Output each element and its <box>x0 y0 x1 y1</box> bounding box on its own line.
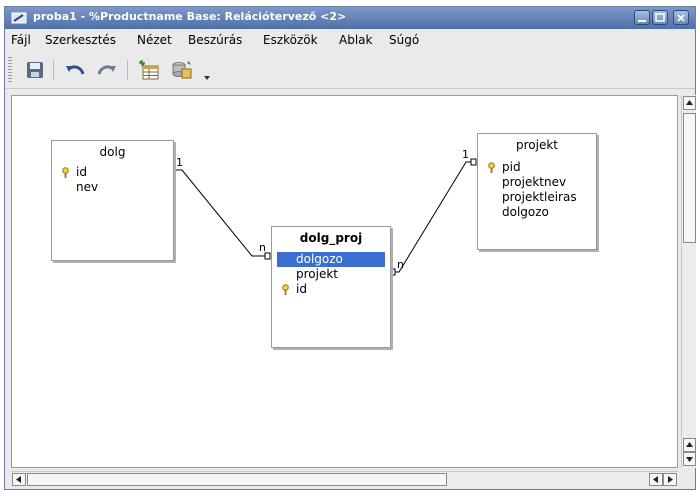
primary-key-icon <box>282 284 289 295</box>
scroll-left-button-right[interactable] <box>649 473 663 486</box>
table-window-dolg[interactable]: dolg id nev <box>51 140 174 261</box>
field-row[interactable]: pid <box>483 160 591 175</box>
menu-window[interactable]: Ablak <box>339 33 372 47</box>
new-relation-icon <box>172 61 192 79</box>
horizontal-scroll-thumb[interactable] <box>27 473 447 486</box>
relation-line-projekt-dolgproj <box>390 161 474 273</box>
toolbar-grip[interactable] <box>8 57 12 83</box>
relation-cardinality-label: n <box>397 258 404 271</box>
relation-cardinality-label: 1 <box>462 148 469 161</box>
arrow-left-icon <box>16 476 21 483</box>
horizontal-scrollbar[interactable] <box>11 471 678 486</box>
toolbar <box>5 52 695 89</box>
field-row[interactable]: nev <box>57 180 168 195</box>
redo-icon <box>97 65 116 75</box>
scroll-down-button[interactable] <box>683 452 696 466</box>
title-bar[interactable]: proba1 - %Productname Base: Relációterve… <box>5 7 695 29</box>
redo-button[interactable] <box>95 58 119 82</box>
field-name: projektnev <box>502 175 567 189</box>
menu-edit[interactable]: Szerkesztés <box>45 33 116 47</box>
table-title: dolg <box>99 145 126 159</box>
add-table-button[interactable] <box>137 58 161 82</box>
add-table-icon <box>139 60 159 80</box>
menu-insert[interactable]: Beszúrás <box>188 33 242 47</box>
close-icon <box>677 14 685 22</box>
minimize-button[interactable] <box>634 10 650 25</box>
maximize-icon <box>655 13 665 22</box>
scroll-thumb[interactable] <box>683 113 696 243</box>
table-title: projekt <box>516 138 558 152</box>
save-button[interactable] <box>23 58 47 82</box>
field-row[interactable]: projekt <box>277 267 385 282</box>
undo-button[interactable] <box>63 58 87 82</box>
field-row[interactable]: projektnev <box>483 175 591 190</box>
relation-cardinality-label: 1 <box>176 156 183 169</box>
scroll-up-button-bottom[interactable] <box>683 438 696 452</box>
menu-bar: Fájl Szerkesztés Nézet Beszúrás Eszközök… <box>5 30 695 50</box>
field-name: pid <box>502 160 521 174</box>
menu-tools[interactable]: Eszközök <box>263 33 318 47</box>
arrow-down-icon <box>686 457 693 462</box>
maximize-button[interactable] <box>652 10 668 25</box>
arrow-up-icon <box>686 442 693 447</box>
field-name: dolgozo <box>502 205 549 219</box>
scroll-right-button[interactable] <box>663 473 677 486</box>
primary-key-icon <box>62 167 69 178</box>
relation-design-window: proba1 - %Productname Base: Relációterve… <box>4 6 696 490</box>
arrow-up-icon <box>686 100 693 105</box>
app-icon <box>11 12 27 24</box>
undo-icon <box>66 65 85 75</box>
new-relation-button[interactable] <box>169 58 193 82</box>
scroll-left-button[interactable] <box>12 473 26 486</box>
field-list: dolgozo projekt id <box>277 252 385 342</box>
field-list: id nev <box>57 165 168 255</box>
toolbar-separator <box>53 60 54 80</box>
primary-key-icon <box>488 162 495 173</box>
relation-line-dolg-dolgproj <box>173 169 267 257</box>
toolbar-overflow-button[interactable] <box>201 58 213 82</box>
connector-endpoint <box>470 158 477 166</box>
table-title: dolg_proj <box>299 231 363 245</box>
window-title: proba1 - %Productname Base: Relációterve… <box>33 10 347 23</box>
table-window-dolg-proj[interactable]: dolg_proj dolgozo projekt id <box>271 226 391 348</box>
save-icon <box>27 62 43 78</box>
table-window-projekt[interactable]: projekt pid projektnev projektleiras dol… <box>477 133 597 250</box>
field-list: pid projektnev projektleiras dolgozo <box>483 160 591 244</box>
menu-help[interactable]: Súgó <box>389 33 419 47</box>
field-row[interactable]: dolgozo <box>483 205 591 220</box>
field-name: id <box>76 165 87 179</box>
menu-file[interactable]: Fájl <box>11 33 31 47</box>
field-row[interactable]: id <box>277 282 385 297</box>
close-button[interactable] <box>673 10 689 25</box>
minimize-icon <box>638 20 646 22</box>
arrow-right-icon <box>668 476 673 483</box>
arrow-left-icon <box>653 476 658 483</box>
field-row[interactable]: projektleiras <box>483 190 591 205</box>
vertical-scrollbar[interactable] <box>681 95 696 468</box>
field-name: dolgozo <box>296 252 343 266</box>
relation-canvas[interactable]: 1 n n 1 dolg id nev dolg_proj dolgozo pr… <box>11 95 678 468</box>
toolbar-separator <box>127 60 128 80</box>
field-name: id <box>296 282 307 296</box>
field-row[interactable]: id <box>57 165 168 180</box>
relation-cardinality-label: n <box>259 241 266 254</box>
chevron-down-icon <box>204 76 210 80</box>
menu-view[interactable]: Nézet <box>137 33 172 47</box>
field-name: nev <box>76 180 99 194</box>
field-name: projekt <box>296 267 338 281</box>
field-name: projektleiras <box>502 190 577 204</box>
scroll-up-button[interactable] <box>683 96 696 110</box>
field-row[interactable]: dolgozo <box>277 252 385 267</box>
